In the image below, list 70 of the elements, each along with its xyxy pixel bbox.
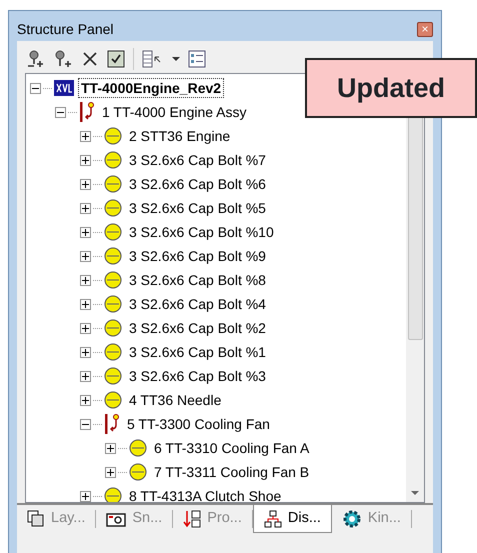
part-icon	[129, 463, 147, 481]
collapse-toggle[interactable]	[80, 418, 91, 430]
tree-item[interactable]: 4 TT36 Needle	[126, 390, 224, 410]
assembly-icon	[104, 413, 120, 435]
part-icon	[129, 439, 147, 457]
expand-toggle[interactable]	[80, 130, 91, 142]
part-icon	[104, 343, 122, 361]
part-icon	[104, 295, 122, 313]
expand-toggle[interactable]	[105, 442, 116, 454]
tree-item[interactable]: 8 TT-4313A Clutch Shoe	[126, 486, 284, 502]
tree-item[interactable]: 3 S2.6x6 Cap Bolt %7	[126, 150, 269, 170]
tree-item[interactable]: 3 S2.6x6 Cap Bolt %5	[126, 198, 269, 218]
expand-toggle[interactable]	[80, 394, 91, 406]
process-icon	[183, 510, 202, 528]
assembly-icon	[79, 101, 95, 123]
scrollbar-thumb[interactable]	[408, 116, 422, 340]
tree-item[interactable]: 3 S2.6x6 Cap Bolt %10	[126, 222, 277, 242]
panel-tab[interactable]: Dis...	[252, 505, 332, 533]
part-icon	[104, 271, 122, 289]
expand-toggle[interactable]	[80, 370, 91, 382]
expand-toggle[interactable]	[80, 250, 91, 262]
dropdown-caret-icon[interactable]	[172, 56, 180, 62]
expand-toggle[interactable]	[80, 490, 91, 502]
tree-item[interactable]: 3 S2.6x6 Cap Bolt %3	[126, 366, 269, 386]
tree-item[interactable]: 1 TT-4000 Engine Assy	[99, 102, 250, 122]
part-icon	[104, 319, 122, 337]
expand-toggle[interactable]	[80, 202, 91, 214]
updated-callout: Updated	[305, 58, 477, 118]
window-title: Structure Panel	[17, 20, 114, 38]
expand-toggle[interactable]	[80, 226, 91, 238]
xvl-file-icon	[54, 80, 74, 96]
collapse-toggle[interactable]	[55, 106, 66, 118]
tree-item[interactable]: 7 TT-3311 Cooling Fan B	[151, 462, 312, 482]
expand-toggle[interactable]	[80, 346, 91, 358]
layers-icon	[27, 510, 45, 528]
tree-item[interactable]: 3 S2.6x6 Cap Bolt %6	[126, 174, 269, 194]
part-icon	[104, 175, 122, 193]
expand-toggle[interactable]	[80, 154, 91, 166]
tree-item[interactable]: 3 S2.6x6 Cap Bolt %9	[126, 246, 269, 266]
part-icon	[104, 247, 122, 265]
add-node-icon[interactable]	[25, 49, 45, 69]
part-icon	[104, 487, 122, 502]
part-icon	[104, 223, 122, 241]
expand-toggle[interactable]	[80, 178, 91, 190]
part-icon	[104, 199, 122, 217]
delete-icon[interactable]	[81, 50, 99, 68]
tree-item[interactable]: 5 TT-3300 Cooling Fan	[124, 414, 273, 434]
part-icon	[104, 367, 122, 385]
tree-item[interactable]: 3 S2.6x6 Cap Bolt %1	[126, 342, 269, 362]
tree-item[interactable]: 3 S2.6x6 Cap Bolt %2	[126, 318, 269, 338]
add-child-icon[interactable]	[53, 49, 73, 69]
expand-toggle[interactable]	[80, 322, 91, 334]
expand-toggle[interactable]	[80, 298, 91, 310]
part-icon	[104, 151, 122, 169]
gear-icon	[342, 509, 362, 529]
tree-item[interactable]: 3 S2.6x6 Cap Bolt %4	[126, 294, 269, 314]
hierarchy-icon	[264, 510, 282, 528]
expand-toggle[interactable]	[105, 466, 116, 478]
camera-icon	[106, 511, 126, 527]
part-icon	[104, 127, 122, 145]
tree-item[interactable]: TT-4000Engine_Rev2	[78, 78, 224, 98]
collapse-toggle[interactable]	[30, 82, 41, 94]
checkbox-icon[interactable]	[107, 50, 125, 68]
tree-item[interactable]: 2 STT36 Engine	[126, 126, 234, 146]
part-icon	[104, 391, 122, 409]
expand-toggle[interactable]	[80, 274, 91, 286]
tree-item[interactable]: 3 S2.6x6 Cap Bolt %8	[126, 270, 269, 290]
scroll-down-icon[interactable]	[411, 490, 419, 496]
tree-item[interactable]: 6 TT-3310 Cooling Fan A	[151, 438, 312, 458]
properties-icon[interactable]	[188, 50, 206, 68]
